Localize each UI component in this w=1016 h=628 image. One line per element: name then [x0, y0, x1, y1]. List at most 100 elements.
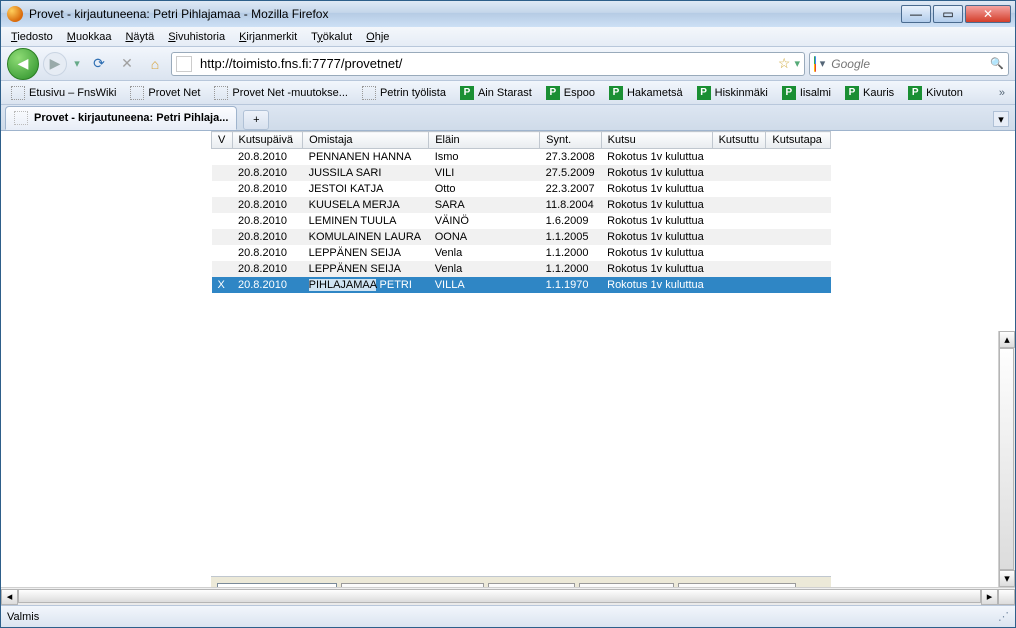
scroll-up-icon[interactable]: ▴: [999, 331, 1015, 348]
lista-valituista-button[interactable]: Lista valituista: [488, 583, 575, 587]
th-omistaja[interactable]: Omistaja: [303, 132, 429, 149]
tab-strip: Provet - kirjautuneena: Petri Pihlaja...…: [1, 105, 1015, 131]
cell-called: [712, 181, 766, 197]
bookmark-item[interactable]: PAin Starast: [454, 84, 538, 102]
cell-birth: 1.1.2000: [540, 245, 601, 261]
kutsutapa-select[interactable]: Valitse kutsutapa: [217, 583, 337, 587]
bookmarks-overflow-icon[interactable]: »: [993, 87, 1011, 99]
nav-toolbar: ◀ ▶ ▾ ⟳ ✕ ⌂ ☆ ▾ ▾ 🔍: [1, 47, 1015, 81]
bookmark-item[interactable]: Provet Net -muutokse...: [208, 84, 354, 102]
cell-date: 20.8.2010: [232, 213, 303, 229]
bookmark-item[interactable]: PKauris: [839, 84, 900, 102]
cell-v: [212, 181, 233, 197]
nav-history-dropdown[interactable]: ▾: [71, 52, 83, 76]
resize-grip-icon[interactable]: ⋰: [998, 610, 1009, 623]
cell-date: 20.8.2010: [232, 261, 303, 277]
cell-date: 20.8.2010: [232, 181, 303, 197]
menu-muokkaa[interactable]: Muokkaa: [61, 29, 118, 45]
table-row[interactable]: 20.8.2010JESTOI KATJAOtto22.3.2007Rokotu…: [212, 181, 831, 197]
th-synt[interactable]: Synt.: [540, 132, 601, 149]
th-kutsu[interactable]: Kutsu: [601, 132, 712, 149]
th-v[interactable]: V: [212, 132, 233, 149]
cell-call: Rokotus 1v kuluttua: [601, 197, 712, 213]
table-row[interactable]: 20.8.2010KUUSELA MERJASARA11.8.2004Rokot…: [212, 197, 831, 213]
th-kutsupaiva[interactable]: Kutsupäivä: [232, 132, 303, 149]
scroll-right-icon[interactable]: ▸: [981, 589, 998, 605]
back-button[interactable]: ◀: [7, 48, 39, 80]
cell-date: 20.8.2010: [232, 277, 303, 293]
bookmark-item[interactable]: Provet Net: [124, 84, 206, 102]
menu-sivuhistoria[interactable]: Sivuhistoria: [162, 29, 231, 45]
table-row-selected[interactable]: X20.8.2010PIHLAJAMAA PETRIVILLA1.1.1970R…: [212, 277, 831, 293]
bookmark-item[interactable]: PHiskinmäki: [691, 84, 774, 102]
cell-birth: 1.1.2000: [540, 261, 601, 277]
cell-birth: 27.3.2008: [540, 149, 601, 166]
url-dropdown-icon[interactable]: ▾: [794, 57, 800, 70]
page-icon: [362, 86, 376, 100]
bookmark-item[interactable]: PKivuton: [902, 84, 969, 102]
window-close-button[interactable]: ✕: [965, 5, 1011, 23]
tab-list-button[interactable]: ▾: [993, 111, 1009, 127]
horizontal-scrollbar[interactable]: ◂ ▸: [1, 587, 1015, 605]
cell-method: [766, 213, 831, 229]
firefox-icon: [7, 6, 23, 22]
cell-owner: JESTOI KATJA: [303, 181, 429, 197]
bookmarks-bar: Etusivu – FnsWikiProvet NetProvet Net -m…: [1, 81, 1015, 105]
bookmark-item[interactable]: PIisalmi: [776, 84, 837, 102]
cell-call: Rokotus 1v kuluttua: [601, 229, 712, 245]
table-row[interactable]: 20.8.2010PENNANEN HANNAIsmo27.3.2008Roko…: [212, 149, 831, 166]
new-tab-button[interactable]: +: [243, 110, 269, 130]
tab-active[interactable]: Provet - kirjautuneena: Petri Pihlaja...: [5, 106, 237, 130]
cell-call: Rokotus 1v kuluttua: [601, 149, 712, 166]
reload-button[interactable]: ⟳: [90, 55, 108, 73]
menu-kirjanmerkit[interactable]: Kirjanmerkit: [233, 29, 303, 45]
cell-owner: KUUSELA MERJA: [303, 197, 429, 213]
page-icon: [11, 86, 25, 100]
tab-favicon: [14, 111, 28, 125]
cell-v: [212, 245, 233, 261]
search-input[interactable]: [829, 56, 990, 72]
table-row[interactable]: 20.8.2010KOMULAINEN LAURAOONA1.1.2005Rok…: [212, 229, 831, 245]
cell-animal: SARA: [429, 197, 540, 213]
menu-ohje[interactable]: Ohje: [360, 29, 395, 45]
home-button[interactable]: ⌂: [146, 55, 164, 73]
scroll-down-icon[interactable]: ▾: [999, 570, 1015, 587]
bookmark-item[interactable]: PHakametsä: [603, 84, 689, 102]
search-dropdown-icon[interactable]: ▾: [820, 57, 826, 70]
table-row[interactable]: 20.8.2010JUSSILA SARIVILI27.5.2009Rokotu…: [212, 165, 831, 181]
scroll-left-icon[interactable]: ◂: [1, 589, 18, 605]
menu-tyokalut[interactable]: Työkalut: [305, 29, 358, 45]
bookmark-label: Petrin työlista: [380, 87, 446, 99]
cell-animal: Ismo: [429, 149, 540, 166]
cell-method: [766, 181, 831, 197]
url-input[interactable]: [198, 55, 774, 72]
stop-button[interactable]: ✕: [118, 55, 136, 73]
window-maximize-button[interactable]: ▭: [933, 5, 963, 23]
table-row[interactable]: 20.8.2010LEMINEN TUULAVÄINÖ1.6.2009Rokot…: [212, 213, 831, 229]
tab-label: Provet - kirjautuneena: Petri Pihlaja...: [34, 112, 228, 124]
bookmark-item[interactable]: Petrin työlista: [356, 84, 452, 102]
cell-called: [712, 277, 766, 293]
forward-button[interactable]: ▶: [43, 52, 67, 76]
window-minimize-button[interactable]: —: [901, 5, 931, 23]
merkitse-valitut-button[interactable]: Merkitse valitut kutsutuksi: [341, 583, 484, 587]
bookmark-item[interactable]: Etusivu – FnsWiki: [5, 84, 122, 102]
cell-date: 20.8.2010: [232, 149, 303, 166]
th-kutsuttu[interactable]: Kutsuttu: [712, 132, 766, 149]
menu-nayta[interactable]: Näytä: [119, 29, 160, 45]
search-go-icon[interactable]: 🔍: [990, 57, 1004, 70]
bookmark-star-icon[interactable]: ☆: [778, 55, 791, 72]
menu-tiedosto[interactable]: TTiedostoiedosto: [5, 29, 59, 45]
cell-owner: JUSSILA SARI: [303, 165, 429, 181]
table-row[interactable]: 20.8.2010LEPPÄNEN SEIJAVenla1.1.2000Roko…: [212, 261, 831, 277]
kirjeet-valituista-button[interactable]: Kirjeet valituista: [579, 583, 674, 587]
search-bar[interactable]: ▾ 🔍: [809, 52, 1009, 76]
vertical-scrollbar[interactable]: ▴ ▾: [998, 331, 1015, 587]
table-row[interactable]: 20.8.2010LEPPÄNEN SEIJAVenla1.1.2000Roko…: [212, 245, 831, 261]
cell-birth: 1.1.2005: [540, 229, 601, 245]
th-elain[interactable]: Eläin: [429, 132, 540, 149]
tekstiviesti-valituista-button[interactable]: Tekstiviesti valituista: [678, 583, 795, 587]
bookmark-item[interactable]: PEspoo: [540, 84, 601, 102]
th-kutsutapa[interactable]: Kutsutapa: [766, 132, 831, 149]
url-bar[interactable]: ☆ ▾: [171, 52, 805, 76]
